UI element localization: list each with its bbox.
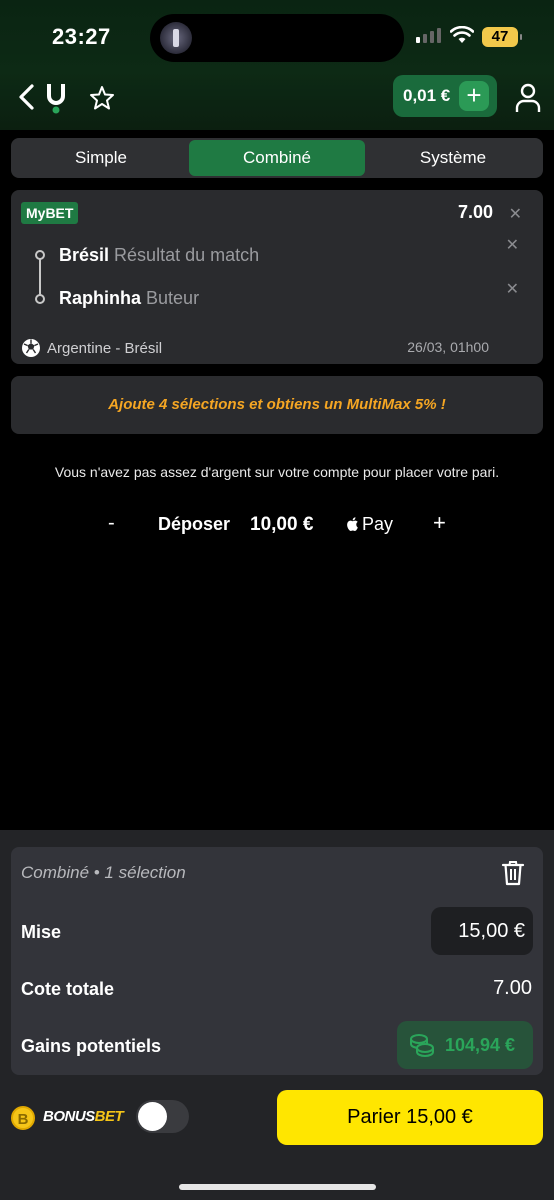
match-date: 26/03, 01h00 — [407, 339, 489, 355]
trash-icon[interactable] — [501, 860, 525, 886]
deposit-label: Déposer — [158, 514, 231, 534]
tab-systeme[interactable]: Système — [365, 140, 541, 176]
potential-gains-label: Gains potentiels — [21, 1036, 162, 1056]
increase-deposit-button[interactable]: + — [433, 510, 446, 536]
stake-input[interactable]: 15,00 € — [431, 907, 533, 955]
potential-gains-value: 104,94 € — [445, 1034, 516, 1055]
bonusbet-label: BONUSBET — [43, 1108, 124, 1125]
cellular-signal-icon — [416, 28, 441, 43]
tab-combine[interactable]: Combiné — [189, 140, 365, 176]
timeline-dot — [35, 294, 45, 304]
decrease-deposit-button[interactable]: - — [108, 512, 115, 535]
add-funds-button[interactable]: + — [459, 81, 489, 111]
remove-bet-close-icon[interactable]: ✕ — [509, 204, 522, 224]
tab-simple[interactable]: Simple — [13, 140, 189, 176]
mybet-badge: MyBET — [21, 202, 79, 224]
status-time: 23:27 — [52, 24, 111, 49]
user-account-icon[interactable] — [514, 82, 542, 114]
apple-pay-label[interactable]: Pay — [362, 514, 393, 535]
brand-logo-icon[interactable] — [44, 82, 68, 114]
selection-row: Raphinha Buteur — [59, 288, 199, 309]
bonusbet-label-part: BONUS — [43, 1108, 95, 1125]
wifi-icon — [450, 26, 474, 43]
bonusbet-label-part: BET — [94, 1108, 124, 1125]
selection-market: Buteur — [146, 288, 200, 308]
multimax-promo-banner: Ajoute 4 sélections et obtiens un MultiM… — [11, 376, 543, 434]
selection-name: Brésil — [59, 245, 110, 265]
stake-label: Mise — [21, 922, 62, 942]
total-odds-value: 7.00 — [493, 977, 532, 999]
bet-type-tabs: Simple Combiné Système — [11, 138, 543, 178]
timeline-dot — [35, 250, 45, 260]
deposit-amount[interactable]: 10,00 € — [250, 514, 313, 536]
bet-slip-summary: Combiné • 1 sélection Mise 15,00 € Cote … — [11, 847, 543, 1075]
bet-odds: 7.00 — [457, 202, 493, 222]
insufficient-funds-message: Vous n'avez pas assez d'argent sur votre… — [54, 464, 500, 480]
home-indicator[interactable] — [179, 1184, 376, 1190]
place-bet-button[interactable]: Parier 15,00 € — [277, 1090, 543, 1145]
apple-logo-icon[interactable] — [345, 516, 359, 532]
flashlight-icon — [160, 22, 192, 54]
battery-indicator: 47 — [482, 27, 522, 47]
deposit-row: - Déposer 10,00 € Pay + — [0, 510, 554, 540]
remove-selection-close-icon[interactable]: ✕ — [506, 235, 519, 255]
remove-selection-close-icon[interactable]: ✕ — [506, 279, 519, 299]
match-info: Argentine - Brésil — [21, 338, 162, 358]
selection-market: Résultat du match — [114, 245, 260, 265]
bonusbet-toggle[interactable] — [136, 1100, 189, 1133]
back-chevron-icon[interactable] — [14, 82, 40, 112]
potential-gains-box: 104,94 € — [397, 1021, 533, 1069]
soccer-ball-icon — [22, 339, 40, 357]
dynamic-island — [150, 14, 404, 62]
slip-header: Combiné • 1 sélection — [21, 863, 186, 882]
bet-card: MyBET 7.00 ✕ ✕ ✕ Brésil Résultat du matc… — [11, 190, 543, 364]
selection-name: Raphinha — [59, 288, 142, 308]
favorite-star-icon[interactable] — [88, 84, 116, 112]
coins-icon — [410, 1034, 434, 1057]
total-odds-label: Cote totale — [21, 979, 115, 999]
balance-button[interactable]: 0,01 € + — [393, 75, 497, 117]
selection-row: Brésil Résultat du match — [59, 245, 259, 266]
balance-value: 0,01 € — [403, 86, 451, 105]
bonus-coin-icon: B — [11, 1106, 35, 1130]
match-name: Argentine - Brésil — [47, 339, 163, 357]
